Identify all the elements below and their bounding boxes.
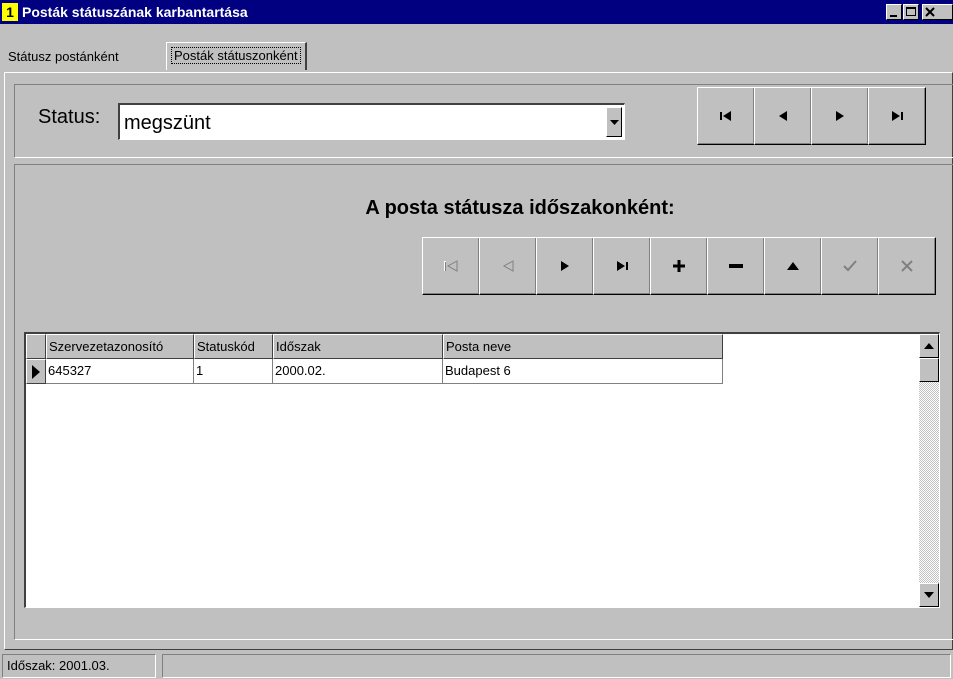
current-row-arrow-icon: [32, 365, 40, 379]
db-last-button[interactable]: [593, 237, 651, 295]
status-select-value: megszünt: [124, 112, 211, 134]
status-extra: [162, 654, 951, 678]
prior-icon: [779, 111, 787, 121]
status-period: Időszak: 2001.03.: [2, 654, 156, 678]
column-header[interactable]: Statuskód: [194, 334, 273, 359]
checkmark-icon: [843, 260, 857, 272]
column-header[interactable]: Szervezetazonosító: [46, 334, 194, 359]
header-indicator: [26, 334, 46, 359]
next-icon: [836, 111, 844, 121]
close-icon: [925, 7, 935, 17]
data-grid[interactable]: Szervezetazonosító Statuskód Időszak Pos…: [24, 332, 940, 608]
prior-icon: [502, 260, 514, 272]
db-insert-button[interactable]: [650, 237, 708, 295]
grid-cell[interactable]: 2000.02.: [273, 359, 443, 384]
row-indicator: [26, 359, 46, 384]
window-title: Posták státuszának karbantartása: [22, 4, 248, 20]
db-first-button[interactable]: [422, 237, 480, 295]
first-icon: [444, 260, 458, 272]
close-button[interactable]: [922, 4, 953, 20]
tab-posts-by-status[interactable]: Posták státuszonként: [166, 42, 307, 70]
column-header[interactable]: Posta neve: [443, 334, 723, 359]
db-delete-button[interactable]: [707, 237, 765, 295]
record-prior-button[interactable]: [754, 87, 812, 145]
title-bar: 1 Posták státuszának karbantartása: [0, 0, 953, 24]
first-icon: [720, 111, 731, 121]
chevron-down-icon: [610, 120, 619, 125]
record-next-button[interactable]: [811, 87, 869, 145]
chevron-up-icon: [924, 343, 934, 349]
column-header[interactable]: Időszak: [273, 334, 443, 359]
last-icon: [892, 111, 903, 121]
status-dropdown-button[interactable]: [606, 107, 622, 137]
scroll-thumb[interactable]: [919, 358, 939, 382]
grid-header: Szervezetazonosító Statuskód Időszak Pos…: [26, 334, 723, 359]
tab-label: Posták státuszonként: [171, 47, 301, 64]
db-edit-button[interactable]: [764, 237, 822, 295]
next-icon: [561, 261, 569, 271]
db-post-button[interactable]: [821, 237, 879, 295]
last-icon: [617, 261, 628, 271]
tab-status-by-post[interactable]: Státusz postánként: [4, 46, 123, 70]
minimize-icon: [890, 15, 897, 17]
app-badge: 1: [2, 3, 18, 21]
scroll-up-button[interactable]: [919, 334, 939, 358]
db-prior-button[interactable]: [479, 237, 537, 295]
minus-icon: [729, 264, 743, 268]
up-triangle-icon: [787, 262, 799, 270]
record-last-button[interactable]: [868, 87, 926, 145]
db-cancel-button[interactable]: [878, 237, 936, 295]
section-title: A posta státusza időszakonként:: [365, 197, 675, 219]
grid-cell[interactable]: 1: [194, 359, 273, 384]
status-bar: Időszak: 2001.03.: [0, 652, 953, 679]
record-first-button[interactable]: [697, 87, 755, 145]
plus-icon: [673, 260, 685, 272]
maximize-icon: [906, 7, 916, 16]
minimize-button[interactable]: [886, 4, 902, 20]
status-select[interactable]: megszünt: [118, 103, 625, 140]
status-label: Status:: [38, 106, 101, 128]
grid-cell[interactable]: 645327: [46, 359, 194, 384]
vertical-scrollbar[interactable]: [919, 334, 939, 607]
x-icon: [901, 260, 913, 272]
chevron-down-icon: [924, 592, 934, 598]
table-row[interactable]: 645327 1 2000.02. Budapest 6: [26, 359, 723, 384]
scroll-down-button[interactable]: [919, 583, 939, 607]
maximize-button[interactable]: [903, 4, 919, 20]
db-next-button[interactable]: [536, 237, 594, 295]
grid-cell[interactable]: Budapest 6: [443, 359, 723, 384]
